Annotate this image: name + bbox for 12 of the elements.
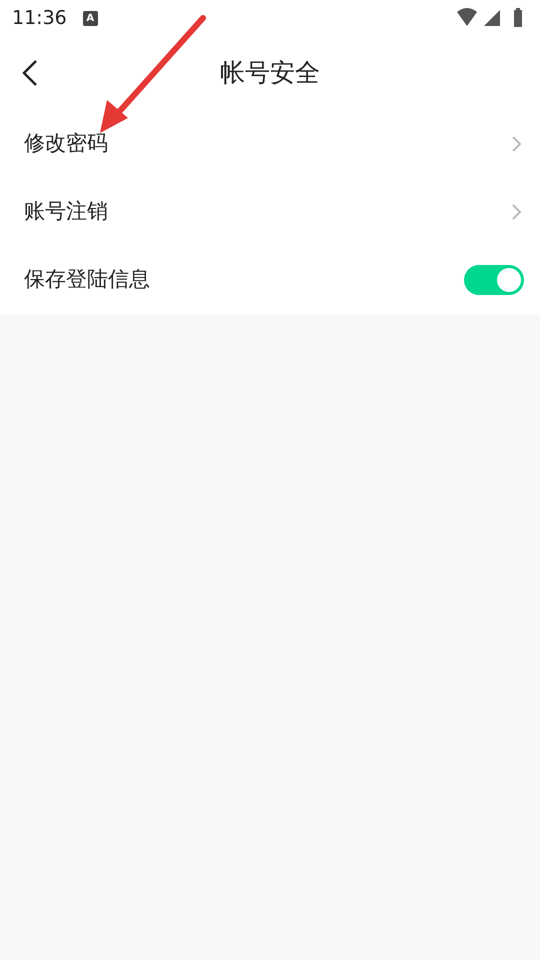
settings-item[interactable]: 修改密码 xyxy=(0,110,540,178)
chevron-right-icon xyxy=(510,134,524,154)
notification-icon: A xyxy=(82,10,98,26)
status-time: 11:36 xyxy=(12,6,67,31)
toggle-switch[interactable] xyxy=(464,265,524,295)
page-title: 帐号安全 xyxy=(220,57,320,90)
chevron-right-icon xyxy=(510,202,524,222)
setting-label: 保存登陆信息 xyxy=(24,266,150,294)
wifi-icon xyxy=(457,8,477,26)
battery-icon xyxy=(514,8,522,27)
signal-icon xyxy=(484,10,500,26)
settings-item[interactable]: 账号注销 xyxy=(0,178,540,246)
